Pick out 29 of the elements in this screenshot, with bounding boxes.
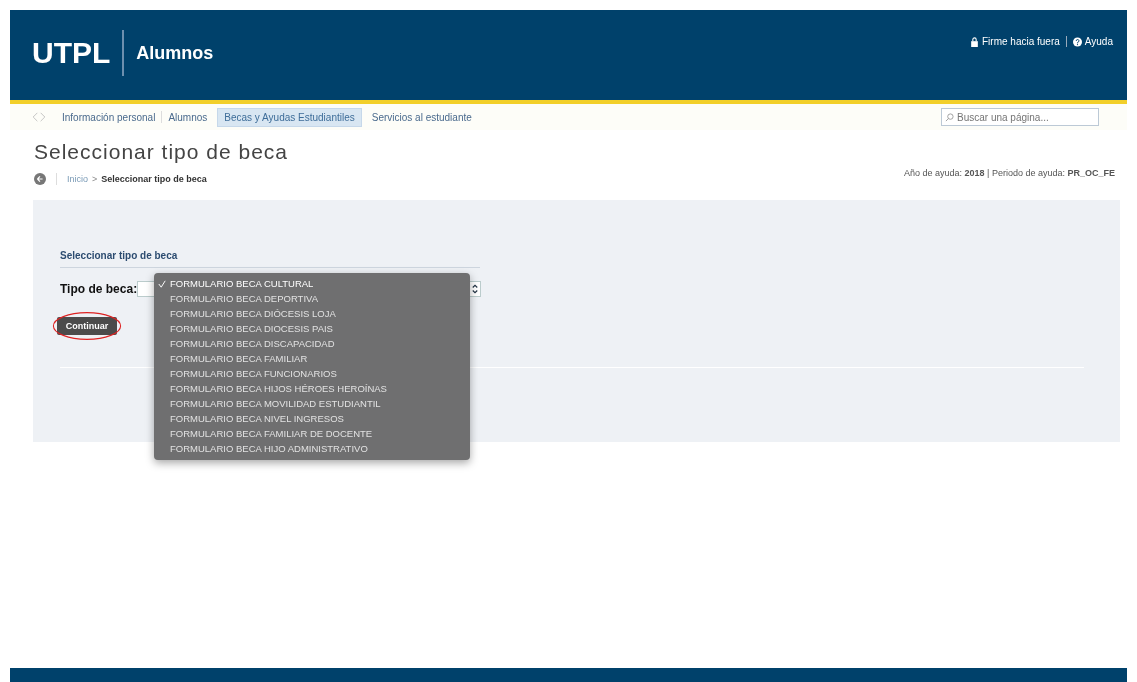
dropdown-option[interactable]: FORMULARIO BECA MOVILIDAD ESTUDIANTIL [154, 396, 470, 411]
nav-tab[interactable]: Becas y Ayudas Estudiantiles [217, 107, 362, 127]
breadcrumb-separator: > [92, 174, 98, 184]
breadcrumb-link[interactable]: Inicio [67, 174, 88, 184]
dropdown-option[interactable]: FORMULARIO BECA FUNCIONARIOS [154, 366, 470, 381]
logo-text[interactable]: UTPL [32, 30, 125, 76]
nav-tab[interactable]: Servicios al estudiante [365, 108, 478, 126]
logout-link[interactable]: Firme hacia fuera [970, 36, 1060, 47]
continue-button[interactable]: Continuar [56, 317, 118, 335]
dropdown-option[interactable]: FORMULARIO BECA HIJO ADMINISTRATIVO [154, 441, 470, 456]
dropdown-option[interactable]: FORMULARIO BECA FAMILIAR DE DOCENTE [154, 426, 470, 441]
breadcrumb-current: Seleccionar tipo de beca [101, 174, 207, 184]
nav-tab[interactable]: Información personal [56, 108, 162, 126]
dropdown-option[interactable]: FORMULARIO BECA CULTURAL [154, 276, 470, 291]
dropdown-option[interactable]: FORMULARIO BECA HIJOS HÉROES HEROÍNAS [154, 381, 470, 396]
dropdown-option[interactable]: FORMULARIO BECA DISCAPACIDAD [154, 336, 470, 351]
field-label: Tipo de beca: [60, 282, 138, 296]
nav-tab[interactable]: Alumnos [162, 108, 214, 126]
aid-info: Año de ayuda: 2018 | Periodo de ayuda: PR_OC_FE [904, 168, 1115, 180]
dropdown-option[interactable]: FORMULARIO BECA DIÓCESIS LOJA [154, 306, 470, 321]
dropdown-option[interactable]: FORMULARIO BECA DIOCESIS PAIS [154, 321, 470, 336]
dropdown-option[interactable]: FORMULARIO BECA DEPORTIVA [154, 291, 470, 306]
app-name: Alumnos [136, 42, 214, 64]
page-title: Seleccionar tipo de beca [34, 140, 288, 164]
dropdown-option[interactable]: FORMULARIO BECA NIVEL INGRESOS [154, 411, 470, 426]
help-link[interactable]: Ayuda [1072, 36, 1113, 47]
section-title: Seleccionar tipo de beca [60, 250, 480, 268]
search-field[interactable]: Buscar una página... [941, 108, 1099, 126]
dropdown-option[interactable]: FORMULARIO BECA FAMILIAR [154, 351, 470, 366]
